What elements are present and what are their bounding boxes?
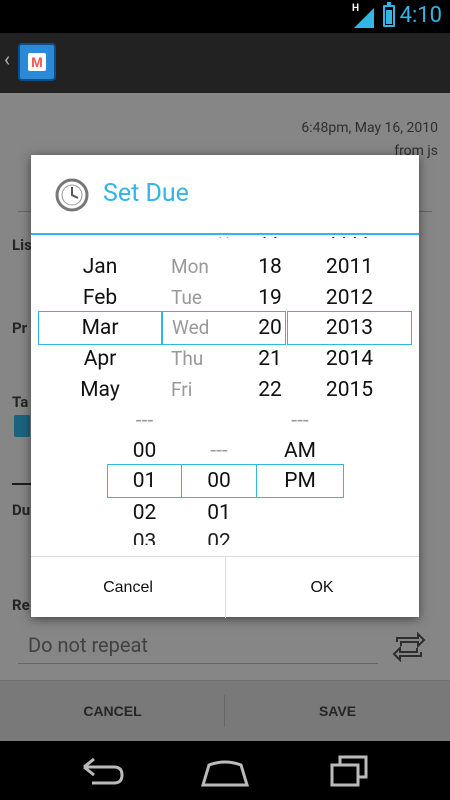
- set-due-dialog: Set Due · Jan Feb Mar Apr May . . Mon Tu…: [31, 155, 419, 618]
- status-time: 4:10: [399, 3, 442, 28]
- clock-icon: [55, 178, 89, 212]
- ampm-placeholder: ---: [291, 409, 309, 433]
- month-item[interactable]: Apr: [38, 344, 162, 374]
- signal-icon: [354, 8, 374, 28]
- dialog-header: Set Due: [31, 155, 419, 235]
- navigation-bar: [0, 741, 450, 800]
- hour-partial: 03: [132, 530, 157, 545]
- minute-partial: 02: [207, 530, 231, 545]
- year-item[interactable]: 2011: [287, 252, 412, 282]
- home-icon[interactable]: [195, 751, 255, 791]
- hour-item[interactable]: 02: [107, 498, 182, 528]
- dialog-button-bar: Cancel OK: [31, 556, 419, 618]
- recent-apps-icon[interactable]: [318, 751, 378, 791]
- month-item[interactable]: May: [38, 375, 162, 405]
- action-bar: ‹ M: [0, 33, 450, 93]
- hour-placeholder: ---: [135, 409, 154, 433]
- dialog-ok-button[interactable]: OK: [225, 557, 419, 618]
- year-partial: . . . .: [287, 237, 412, 247]
- date-time-picker: · Jan Feb Mar Apr May . . Mon Tue Wed Th…: [31, 237, 419, 545]
- dialog-cancel-button[interactable]: Cancel: [31, 557, 225, 618]
- minute-selected[interactable]: 00: [181, 464, 257, 498]
- minute-placeholder: ---: [210, 439, 228, 463]
- dialog-title: Set Due: [103, 179, 189, 208]
- app-logo-icon[interactable]: M: [18, 43, 56, 81]
- hour-selected[interactable]: 01: [107, 464, 182, 498]
- minute-item[interactable]: 01: [181, 498, 257, 528]
- year-item[interactable]: 2014: [287, 344, 412, 374]
- month-item[interactable]: Jan: [38, 252, 162, 282]
- back-icon[interactable]: [72, 751, 132, 791]
- hour-item[interactable]: 00: [107, 436, 182, 466]
- year-selected[interactable]: 2013: [287, 311, 412, 345]
- ampm-selected[interactable]: PM: [256, 464, 344, 498]
- status-bar: H 4:10: [0, 0, 450, 33]
- battery-icon: [383, 2, 395, 27]
- month-item[interactable]: Feb: [38, 283, 162, 313]
- ampm-item[interactable]: AM: [256, 436, 344, 466]
- month-partial: ·: [38, 237, 162, 245]
- year-item[interactable]: 2015: [287, 375, 412, 405]
- year-item[interactable]: 2012: [287, 283, 412, 313]
- up-chevron-icon[interactable]: ‹: [4, 47, 10, 71]
- month-selected[interactable]: Mar: [38, 311, 162, 345]
